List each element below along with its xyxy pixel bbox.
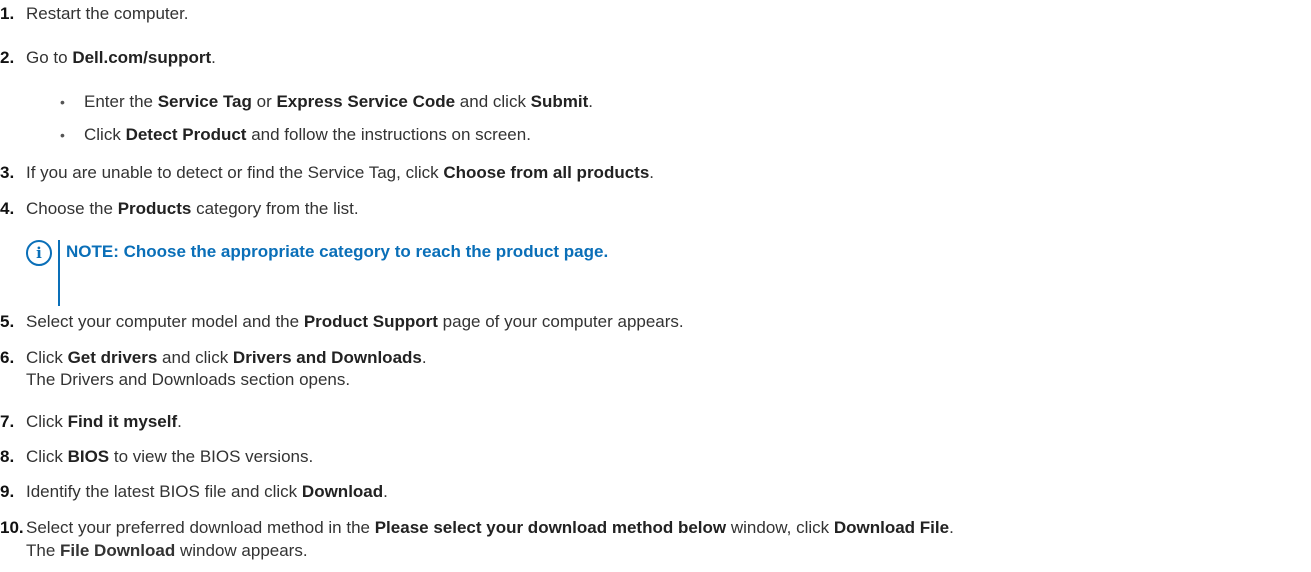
- step-number: 6.: [0, 348, 15, 367]
- bullet-icon: •: [60, 94, 65, 110]
- step-7: 7. Click Find it myself.: [0, 412, 182, 432]
- step-6-result: The Drivers and Downloads section opens.: [26, 370, 351, 389]
- step-number: 1.: [0, 4, 15, 23]
- substep-2: • Click Detect Product and follow the ins…: [60, 125, 531, 145]
- step-number: 3.: [0, 163, 15, 182]
- substep-text: Click Detect Product and follow the inst…: [84, 125, 531, 144]
- step-10-result: The File Download window appears.: [26, 541, 308, 560]
- info-icon: i: [26, 240, 52, 266]
- step-number: 9.: [0, 482, 15, 501]
- step-text: Select your computer model and the Produ…: [26, 312, 684, 331]
- step-text: Select your preferred download method in…: [26, 518, 954, 537]
- step-number: 7.: [0, 412, 15, 431]
- substep-text: Enter the Service Tag or Express Service…: [84, 92, 594, 111]
- step-number: 4.: [0, 199, 15, 218]
- step-number: 8.: [0, 447, 15, 466]
- step-text: Click BIOS to view the BIOS versions.: [26, 447, 314, 466]
- step-text: Identify the latest BIOS file and click …: [26, 482, 388, 501]
- step-8: 8. Click BIOS to view the BIOS versions.: [0, 447, 313, 467]
- step-5: 5. Select your computer model and the Pro…: [0, 312, 684, 332]
- note-box: i NOTE: Choose the appropriate category …: [26, 240, 608, 306]
- step-text: Restart the computer.: [26, 4, 189, 23]
- step-3: 3. If you are unable to detect or find th…: [0, 163, 654, 183]
- note-label: NOTE:: [66, 242, 119, 261]
- step-10: 10. Select your preferred download method…: [0, 518, 954, 538]
- step-6: 6. Click Get drivers and click Drivers an…: [0, 348, 427, 368]
- step-9: 9. Identify the latest BIOS file and clic…: [0, 482, 388, 502]
- step-2: 2. Go to Dell.com/support.: [0, 48, 216, 68]
- step-text: Click Get drivers and click Drivers and …: [26, 348, 427, 367]
- step-number: 10.: [0, 518, 24, 537]
- step-text: Choose the Products category from the li…: [26, 199, 359, 218]
- note-text: NOTE: Choose the appropriate category to…: [66, 242, 609, 261]
- bullet-icon: •: [60, 127, 65, 143]
- note-divider: [58, 240, 60, 306]
- step-number: 2.: [0, 48, 15, 67]
- step-text: Go to Dell.com/support.: [26, 48, 216, 67]
- step-text: If you are unable to detect or find the …: [26, 163, 655, 182]
- step-4: 4. Choose the Products category from the …: [0, 199, 359, 219]
- support-link-text: Dell.com/support: [72, 48, 212, 67]
- step-text: Click Find it myself.: [26, 412, 182, 431]
- step-number: 5.: [0, 312, 15, 331]
- substep-1: • Enter the Service Tag or Express Servic…: [60, 92, 593, 112]
- step-1: 1. Restart the computer.: [0, 4, 189, 24]
